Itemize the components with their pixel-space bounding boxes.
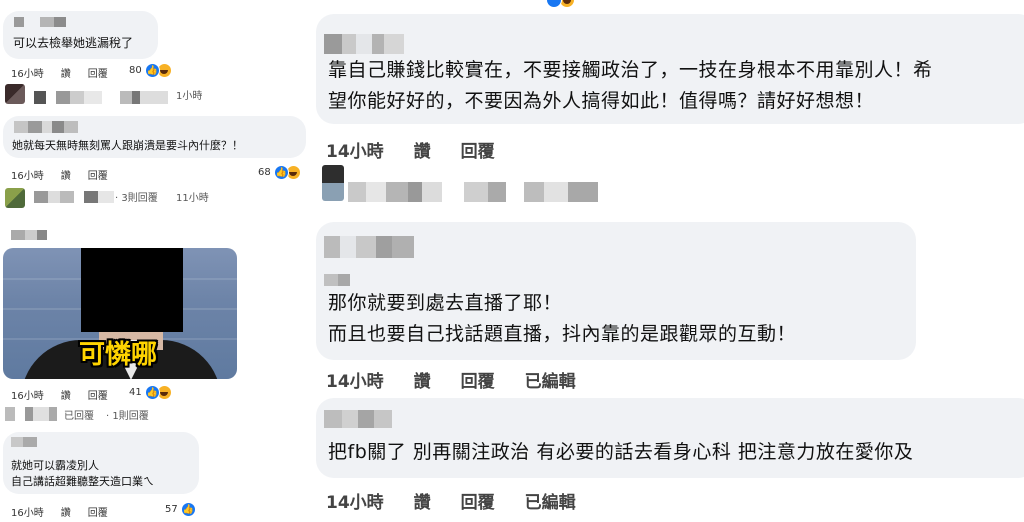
comment-actions: 16小時 讚 回覆: [11, 387, 125, 402]
comment-bubble: 可以去檢舉她逃漏稅了: [3, 11, 158, 59]
reply-button[interactable]: 回覆: [461, 367, 495, 392]
like-button[interactable]: 讚: [61, 167, 71, 182]
top-reaction-icons: [546, 0, 575, 8]
face-redaction-box: [81, 248, 183, 332]
like-icon: 👍: [144, 63, 160, 78]
comment-text-line: 靠自己賺錢比較實在，不要接觸政治了，一技在身根本不用靠別人！希: [328, 59, 933, 81]
comment-time[interactable]: 14小時: [326, 488, 384, 513]
blurred-username: [5, 407, 67, 421]
like-button[interactable]: 讚: [61, 504, 71, 519]
comment-text-line: 而且也要自己找話題直播，抖內靠的是跟觀眾的互動！: [328, 323, 797, 345]
blurred-username: [14, 17, 74, 27]
comment-actions: 16小時 讚 回覆: [11, 65, 125, 80]
comment-actions: 14小時 讚 回覆 已編輯: [326, 367, 606, 392]
like-button[interactable]: 讚: [61, 65, 71, 80]
comment-actions: 14小時 讚 回覆: [326, 137, 525, 162]
like-icon: [546, 0, 562, 8]
blurred-username: [324, 274, 364, 286]
comment-time[interactable]: 14小時: [326, 137, 384, 162]
blurred-username: [11, 437, 51, 447]
reply-time[interactable]: 1小時: [176, 89, 202, 104]
reaction-count[interactable]: 80 👍: [129, 63, 172, 78]
like-button[interactable]: 讚: [414, 137, 431, 162]
like-icon: 👍: [273, 165, 289, 180]
comment-text-line: 那你就要到處去直播了耶！: [328, 292, 563, 314]
comment-text-line: 自己講話超難聽整天造口業ㄟ: [11, 475, 154, 488]
comment-text-line: 就她可以霸凌別人: [11, 459, 99, 472]
like-icon: 👍: [144, 385, 160, 400]
right-comment-thread: 靠自己賺錢比較實在，不要接觸政治了，一技在身根本不用靠別人！希 望你能好好的，不…: [312, 0, 1024, 522]
blurred-username: [348, 182, 600, 202]
reply-button[interactable]: 回覆: [461, 137, 495, 162]
comment-time[interactable]: 16小時: [11, 387, 44, 402]
comment-bubble: 把fb關了 別再關注政治 有必要的話去看身心科 把注意力放在愛你及: [316, 398, 1024, 478]
like-button[interactable]: 讚: [414, 488, 431, 513]
comment-actions: 16小時 讚 回覆: [11, 504, 125, 519]
reaction-count[interactable]: 41 👍: [129, 385, 172, 400]
comment-time[interactable]: 16小時: [11, 504, 44, 519]
avatar[interactable]: [322, 165, 344, 201]
reply-time[interactable]: 11小時: [176, 191, 209, 206]
like-icon: 👍: [180, 502, 196, 517]
comment-time[interactable]: 16小時: [11, 167, 44, 182]
blurred-username: [324, 236, 414, 258]
avatar[interactable]: [5, 188, 25, 208]
photo-caption: 可憐哪: [79, 340, 158, 370]
comment-bubble: 靠自己賺錢比較實在，不要接觸政治了，一技在身根本不用靠別人！希 望你能好好的，不…: [316, 14, 1024, 124]
comment-time[interactable]: 16小時: [11, 65, 44, 80]
reaction-count[interactable]: 68 👍: [258, 165, 301, 180]
blurred-username: [324, 410, 404, 428]
comment-time[interactable]: 14小時: [326, 367, 384, 392]
comment-text: 可以去檢舉她逃漏稅了: [13, 36, 134, 50]
reply-button[interactable]: 回覆: [88, 65, 108, 80]
comment-actions: 16小時 讚 回覆: [11, 167, 125, 182]
comment-text-line: 望你能好好的，不要因為外人搞得如此！值得嗎？請好好想想！: [328, 90, 875, 112]
comment-text-line: 把fb關了 別再關注政治 有必要的話去看身心科 把注意力放在愛你及: [328, 441, 914, 463]
blurred-username: [11, 230, 47, 240]
comment-bubble: 那你就要到處去直播了耶！ 而且也要自己找話題直播，抖內靠的是跟觀眾的互動！: [316, 222, 916, 360]
reply-button[interactable]: 回覆: [88, 167, 108, 182]
edited-label[interactable]: 已編輯: [525, 367, 576, 392]
reply-button[interactable]: 回覆: [461, 488, 495, 513]
edited-label[interactable]: 已編輯: [525, 488, 576, 513]
blurred-username: [34, 191, 114, 203]
reaction-count[interactable]: 57 👍: [165, 502, 196, 517]
reply-count[interactable]: · 3則回覆: [115, 191, 158, 206]
reply-button[interactable]: 回覆: [88, 387, 108, 402]
left-comment-thread: 可以去檢舉她逃漏稅了 16小時讚回覆 80 👍 1小時 她就每天無時無刻罵人跟崩…: [0, 0, 312, 522]
like-button[interactable]: 讚: [61, 387, 71, 402]
avatar[interactable]: [5, 84, 25, 104]
blurred-username: [34, 91, 168, 104]
comment-bubble: 她就每天無時無刻罵人跟崩潰是要斗內什麼？！: [3, 116, 306, 158]
comment-bubble: 就她可以霸凌別人 自己講話超難聽整天造口業ㄟ: [3, 432, 199, 494]
reply-button[interactable]: 回覆: [88, 504, 108, 519]
comment-text: 她就每天無時無刻罵人跟崩潰是要斗內什麼？！: [12, 139, 243, 152]
blurred-username: [14, 121, 94, 133]
replied-label[interactable]: 已回覆: [64, 409, 94, 424]
reply-count[interactable]: · 1則回覆: [106, 409, 149, 424]
blurred-username: [324, 34, 404, 54]
like-button[interactable]: 讚: [414, 367, 431, 392]
comment-actions: 14小時 讚 回覆 已編輯: [326, 488, 606, 513]
comment-photo[interactable]: 可憐哪: [3, 248, 237, 379]
